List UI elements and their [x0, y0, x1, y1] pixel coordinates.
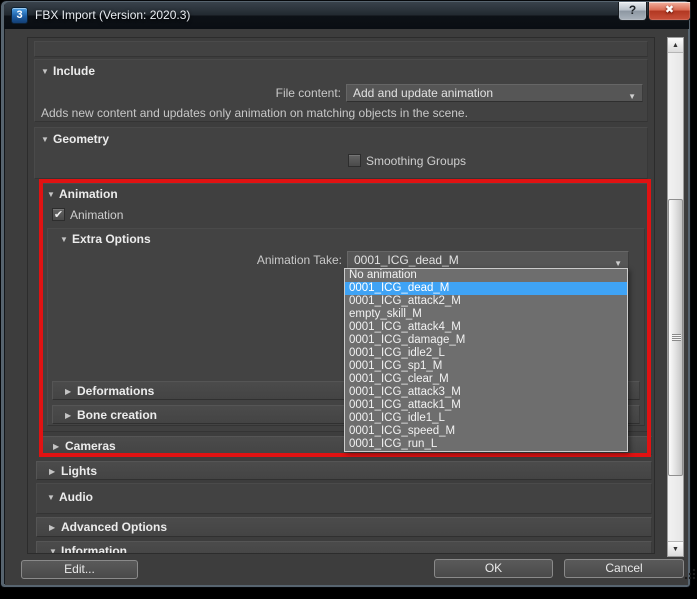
chevron-right-icon: ▶: [65, 411, 72, 420]
dropdown-item[interactable]: 0001_ICG_run_L: [345, 438, 627, 451]
edit-button[interactable]: Edit...: [21, 560, 138, 579]
include-rollout: ▼ Include File content: Add and update an…: [34, 59, 648, 122]
audio-header[interactable]: ▼ Audio: [47, 490, 93, 504]
3ds-max-app-icon: 3: [11, 7, 28, 24]
chevron-down-icon: ▼: [47, 493, 55, 502]
ok-button[interactable]: OK: [434, 559, 553, 578]
chevron-right-icon: ▶: [65, 387, 72, 396]
dropdown-item[interactable]: 0001_ICG_damage_M: [345, 334, 627, 347]
geometry-header[interactable]: ▼ Geometry: [41, 132, 109, 146]
scroll-up-button[interactable]: ▲: [668, 38, 683, 53]
information-header[interactable]: ▼ Information: [36, 541, 652, 554]
dropdown-item[interactable]: 0001_ICG_idle2_L: [345, 347, 627, 360]
close-button[interactable]: ✖: [648, 2, 691, 21]
scrollbar-thumb[interactable]: [668, 199, 683, 476]
advanced-options-header[interactable]: ▶ Advanced Options: [36, 517, 652, 537]
dropdown-item[interactable]: 0001_ICG_sp1_M: [345, 360, 627, 373]
cancel-button[interactable]: Cancel: [564, 559, 684, 578]
chevron-right-icon: ▶: [49, 467, 56, 476]
window-title: FBX Import (Version: 2020.3): [35, 8, 191, 22]
titlebar: 3 FBX Import (Version: 2020.3): [4, 2, 689, 29]
dropdown-item[interactable]: 0001_ICG_attack4_M: [345, 321, 627, 334]
smoothing-groups-label: Smoothing Groups: [366, 154, 467, 168]
dropdown-item[interactable]: 0001_ICG_idle1_L: [345, 412, 627, 425]
file-content-combobox[interactable]: Add and update animation ▼: [346, 84, 643, 102]
animation-checkbox-label: Animation: [70, 208, 124, 222]
include-header[interactable]: ▼ Include: [41, 64, 95, 78]
help-button[interactable]: ?: [618, 2, 647, 21]
dropdown-item[interactable]: 0001_ICG_clear_M: [345, 373, 627, 386]
file-content-description: Adds new content and updates only animat…: [41, 106, 468, 120]
smoothing-groups-checkbox[interactable]: [348, 154, 361, 167]
geometry-rollout: ▼ Geometry Smoothing Groups: [34, 127, 648, 179]
dropdown-item[interactable]: 0001_ICG_attack1_M: [345, 399, 627, 412]
chevron-right-icon: ▶: [49, 523, 56, 532]
clipped-rollout-bar[interactable]: [34, 41, 648, 57]
animation-header[interactable]: ▼ Animation: [47, 187, 118, 201]
dropdown-item[interactable]: 0001_ICG_attack3_M: [345, 386, 627, 399]
animation-take-dropdown-list: No animation 0001_ICG_dead_M 0001_ICG_at…: [344, 268, 628, 452]
audio-rollout: ▼ Audio: [36, 483, 652, 514]
lights-header[interactable]: ▶ Lights: [36, 461, 652, 480]
animation-take-label: Animation Take:: [256, 253, 342, 267]
file-content-label: File content:: [275, 86, 341, 100]
chevron-down-icon: ▼: [49, 547, 57, 554]
chevron-down-icon: ▼: [41, 135, 49, 144]
dropdown-item-selected[interactable]: 0001_ICG_dead_M: [345, 282, 627, 295]
chevron-down-icon: ▼: [47, 190, 55, 199]
dropdown-item[interactable]: empty_skill_M: [345, 308, 627, 321]
scroll-down-button[interactable]: ▼: [668, 541, 683, 556]
dropdown-item[interactable]: No animation: [345, 269, 627, 282]
chevron-right-icon: ▶: [53, 442, 60, 451]
chevron-down-icon: ▼: [628, 92, 636, 101]
checkmark-icon: ✔: [53, 209, 64, 221]
dropdown-item[interactable]: 0001_ICG_speed_M: [345, 425, 627, 438]
extra-options-header[interactable]: ▼ Extra Options: [60, 232, 151, 246]
resize-grip[interactable]: [683, 567, 696, 580]
dropdown-item[interactable]: 0001_ICG_attack2_M: [345, 295, 627, 308]
vertical-scrollbar[interactable]: ▲ ▼: [667, 37, 684, 557]
chevron-down-icon: ▼: [60, 235, 68, 244]
animation-checkbox[interactable]: ✔: [52, 208, 65, 221]
fbx-import-dialog: 3 FBX Import (Version: 2020.3) ? ✖ ▼ Incl…: [0, 0, 696, 588]
chevron-down-icon: ▼: [41, 67, 49, 76]
